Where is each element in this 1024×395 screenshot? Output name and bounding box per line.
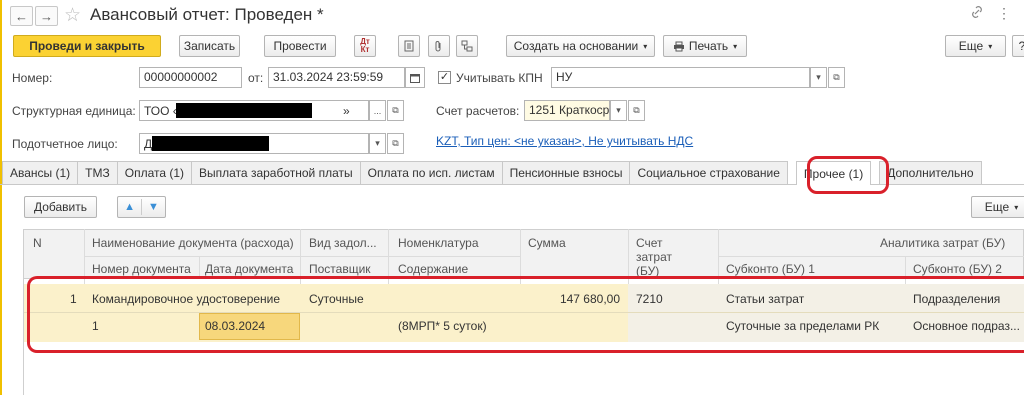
arrow-left-icon: ← — [15, 8, 28, 24]
col-doc-name[interactable]: Наименование документа (расхода) — [92, 236, 294, 250]
col-cost-account[interactable]: Счет затрат (БУ) — [636, 236, 696, 278]
post-and-close-button[interactable]: Проведи и закрыть — [13, 35, 161, 57]
help-button[interactable]: ? — [1012, 35, 1024, 57]
table-more-button[interactable]: Еще ▾ — [971, 196, 1024, 218]
highlight-row — [27, 276, 1024, 353]
tab-social[interactable]: Социальное страхование — [629, 161, 788, 184]
move-buttons: ▲ ▼ — [117, 196, 166, 218]
person-prefix: Д — [144, 137, 153, 151]
tab-tmz[interactable]: ТМЗ — [77, 161, 118, 184]
more-label: Еще — [958, 39, 984, 53]
back-button[interactable]: ← — [10, 6, 33, 26]
save-button[interactable]: Записать — [179, 35, 240, 57]
col-doc-number[interactable]: Номер документа — [92, 262, 191, 276]
account-field[interactable]: 1251 Краткосро — [524, 100, 610, 121]
dropdown-arrow-icon[interactable]: ▾ — [610, 100, 627, 121]
link-icon[interactable] — [970, 5, 984, 22]
arrow-up-icon[interactable]: ▲ — [118, 201, 141, 213]
number-field[interactable]: 00000000002 — [139, 67, 242, 88]
account-label: Счет расчетов: — [436, 104, 520, 118]
open-icon[interactable]: ⧉ — [387, 133, 404, 154]
col-sum[interactable]: Сумма — [528, 236, 566, 250]
post-button[interactable]: Провести — [264, 35, 336, 57]
struct-unit-label: Структурная единица: — [12, 104, 136, 118]
tab-payment[interactable]: Оплата (1) — [116, 161, 193, 184]
document-icon[interactable] — [398, 35, 420, 57]
col-doc-date[interactable]: Дата документа — [205, 262, 293, 276]
accountable-person-field[interactable]: Д — [139, 133, 369, 154]
create-based-label: Создать на основании — [513, 39, 639, 53]
add-button[interactable]: Добавить — [24, 196, 97, 218]
open-icon[interactable]: ⧉ — [628, 100, 645, 121]
dropdown-arrow-icon: ▾ — [643, 41, 648, 51]
redacted-block — [176, 103, 312, 118]
col-subconto1[interactable]: Субконто (БУ) 1 — [726, 262, 815, 276]
favorite-star-icon[interactable]: ☆ — [64, 4, 81, 27]
page-title: Авансовый отчет: Проведен * — [90, 5, 324, 24]
more-options-icon[interactable]: ⋮ — [997, 5, 1011, 22]
struct-suffix: » — [343, 104, 350, 118]
tab-additional[interactable]: Дополнительно — [879, 161, 982, 184]
tab-pension[interactable]: Пенсионные взносы — [501, 161, 631, 184]
date-label: от: — [248, 71, 264, 85]
col-analytics[interactable]: Аналитика затрат (БУ) — [880, 236, 1005, 250]
tab-salary[interactable]: Выплата заработной платы — [191, 161, 361, 184]
dropdown-arrow-icon[interactable]: ▾ — [810, 67, 827, 88]
col-n[interactable]: N — [33, 236, 42, 250]
kpn-field[interactable]: НУ — [551, 67, 810, 88]
date-field[interactable]: 31.03.2024 23:59:59 — [268, 67, 405, 88]
paperclip-icon[interactable] — [428, 35, 450, 57]
highlight-tab-other — [807, 156, 889, 194]
open-icon[interactable]: ⧉ — [828, 67, 845, 88]
structure-icon[interactable] — [456, 35, 478, 57]
dropdown-arrow-icon: ▾ — [1014, 202, 1019, 212]
dropdown-arrow-icon: ▾ — [733, 41, 738, 51]
dropdown-arrow-icon: ▾ — [988, 41, 993, 51]
struct-unit-field[interactable]: ТОО « » — [139, 100, 369, 121]
number-label: Номер: — [12, 71, 53, 85]
col-debt-type[interactable]: Вид задол... — [309, 236, 377, 250]
print-label: Печать — [688, 39, 729, 53]
more-button[interactable]: Еще ▾ — [945, 35, 1006, 57]
redacted-block — [152, 136, 269, 151]
open-icon[interactable]: ⧉ — [387, 100, 404, 121]
tab-writs[interactable]: Оплата по исп. листам — [359, 161, 503, 184]
printer-icon — [673, 41, 684, 51]
accountable-person-label: Подотчетное лицо: — [12, 137, 118, 151]
arrow-down-icon[interactable]: ▼ — [142, 201, 165, 213]
col-content[interactable]: Содержание — [398, 262, 468, 276]
create-based-on-button[interactable]: Создать на основании ▾ — [506, 35, 655, 57]
table-more-label: Еще — [984, 200, 1010, 214]
dropdown-arrow-icon[interactable]: ▾ — [369, 133, 386, 154]
kpn-checkbox[interactable]: ✓ — [438, 71, 451, 84]
forward-button[interactable]: → — [35, 6, 58, 26]
col-subconto2[interactable]: Субконто (БУ) 2 — [913, 262, 1002, 276]
price-type-link[interactable]: KZT, Тип цен: <не указан>, Не учитывать … — [436, 134, 693, 148]
arrow-right-icon: → — [40, 8, 53, 24]
dt-kt-icon[interactable]: Дт Кт — [354, 35, 376, 57]
col-nomenclature[interactable]: Номенклатура — [398, 236, 479, 250]
calendar-icon[interactable] — [405, 67, 425, 88]
window-left-accent — [0, 0, 2, 395]
kpn-label: Учитывать КПН — [456, 71, 543, 85]
col-supplier[interactable]: Поставщик — [309, 262, 371, 276]
tab-advances[interactable]: Авансы (1) — [2, 161, 79, 184]
print-button[interactable]: Печать ▾ — [663, 35, 747, 57]
ellipsis-icon[interactable]: ... — [369, 100, 386, 121]
struct-prefix: ТОО « — [144, 104, 180, 118]
